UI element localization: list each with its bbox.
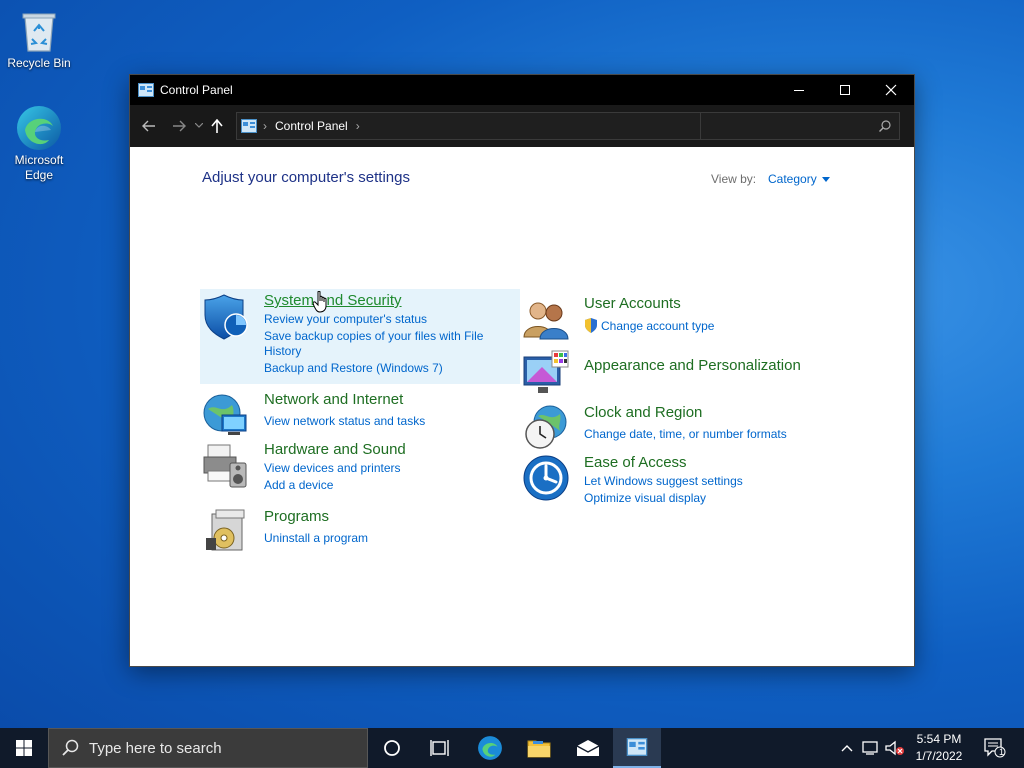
taskbar-mail-button[interactable]: [564, 728, 612, 768]
category-hardware-and-sound: Hardware and Sound View devices and prin…: [202, 441, 522, 501]
link-change-date-time-formats[interactable]: Change date, time, or number formats: [584, 427, 787, 442]
taskbar-file-explorer-button[interactable]: [515, 728, 563, 768]
maximize-button[interactable]: [822, 75, 868, 105]
category-title-programs[interactable]: Programs: [264, 508, 329, 525]
folder-icon: [527, 740, 551, 758]
start-button[interactable]: [0, 728, 48, 768]
category-title-user-accounts[interactable]: User Accounts: [584, 295, 681, 312]
category-title-clock-and-region[interactable]: Clock and Region: [584, 404, 702, 421]
link-file-history[interactable]: Save backup copies of your files with Fi…: [264, 329, 504, 359]
hand-cursor-icon: [312, 290, 329, 318]
volume-muted-icon[interactable]: [884, 728, 906, 768]
notification-center-button[interactable]: 1: [978, 728, 1012, 768]
users-icon: [522, 295, 570, 343]
taskbar: Type here to search 5:54 PM 1/7/2022 1: [0, 728, 1024, 768]
breadcrumb-separator[interactable]: ›: [356, 119, 360, 133]
shield-icon: [202, 293, 250, 341]
up-button[interactable]: [206, 111, 228, 141]
taskbar-clock[interactable]: 5:54 PM 1/7/2022: [906, 731, 972, 765]
printer-speaker-icon: [202, 441, 250, 489]
category-title-appearance-and-personalization[interactable]: Appearance and Personalization: [584, 357, 801, 374]
search-icon[interactable]: [879, 120, 891, 132]
edge-icon: [15, 105, 63, 151]
link-windows-suggest-settings[interactable]: Let Windows suggest settings: [584, 474, 743, 489]
desktop-icon-edge[interactable]: Microsoft Edge: [4, 105, 74, 183]
window-title: Control Panel: [160, 83, 233, 97]
taskbar-edge-button[interactable]: [466, 728, 514, 768]
control-panel-icon: [138, 83, 154, 97]
search-icon: [61, 739, 79, 757]
close-button[interactable]: [868, 75, 914, 105]
control-panel-icon: [626, 738, 648, 756]
category-appearance-and-personalization: Appearance and Personalization: [522, 349, 842, 397]
control-panel-window: Control Panel › Control Panel › Adjust y…: [130, 75, 914, 666]
category-programs: Programs Uninstall a program: [202, 508, 522, 558]
search-box[interactable]: [700, 112, 900, 140]
mail-icon: [576, 740, 600, 756]
desktop-icon-recycle-bin[interactable]: Recycle Bin: [4, 8, 74, 71]
link-change-account-type[interactable]: Change account type: [601, 319, 714, 334]
network-globe-icon: [202, 391, 250, 439]
network-tray-icon[interactable]: [860, 728, 882, 768]
chevron-down-icon: [821, 177, 830, 183]
link-uninstall-program[interactable]: Uninstall a program: [264, 531, 368, 546]
task-view-button[interactable]: [416, 728, 464, 768]
cortana-button[interactable]: [368, 728, 416, 768]
category-title-ease-of-access[interactable]: Ease of Access: [584, 454, 687, 471]
windows-logo-icon: [16, 740, 32, 756]
clock-globe-icon: [522, 404, 570, 452]
view-by-dropdown[interactable]: Category: [768, 172, 830, 186]
clock-time: 5:54 PM: [916, 732, 962, 746]
view-by-label: View by:: [711, 172, 757, 186]
desktop-icon-label: Recycle Bin: [7, 56, 71, 70]
category-ease-of-access: Ease of Access Let Windows suggest setti…: [522, 454, 842, 514]
breadcrumb[interactable]: Control Panel: [275, 119, 348, 133]
recent-locations-button[interactable]: [192, 111, 206, 141]
navigation-bar: › Control Panel ›: [130, 105, 914, 147]
taskbar-control-panel-button[interactable]: [613, 728, 661, 768]
uac-shield-icon: [584, 318, 598, 338]
category-clock-and-region: Clock and Region Change date, time, or n…: [522, 404, 842, 452]
category-title-system-and-security[interactable]: System and Security: [264, 292, 402, 309]
category-title-hardware-and-sound[interactable]: Hardware and Sound: [264, 441, 406, 458]
recycle-bin-icon: [15, 8, 63, 54]
view-by-value[interactable]: Category: [768, 172, 817, 186]
control-panel-icon: [241, 119, 257, 133]
programs-disc-icon: [202, 508, 250, 556]
taskbar-search-box[interactable]: Type here to search: [48, 728, 368, 768]
search-input[interactable]: [707, 117, 871, 137]
link-network-status[interactable]: View network status and tasks: [264, 414, 425, 429]
page-title: Adjust your computer's settings: [202, 169, 410, 186]
forward-button[interactable]: [166, 111, 192, 141]
link-review-computer-status[interactable]: Review your computer's status: [264, 312, 427, 327]
category-user-accounts: User Accounts Change account type: [522, 295, 842, 343]
back-button[interactable]: [136, 111, 162, 141]
category-network-and-internet: Network and Internet View network status…: [202, 391, 522, 439]
edge-icon: [478, 736, 502, 760]
clock-date: 1/7/2022: [915, 749, 963, 763]
monitor-palette-icon: [522, 349, 570, 397]
ease-of-access-icon: [522, 454, 570, 502]
breadcrumb-separator[interactable]: ›: [263, 119, 267, 133]
link-backup-restore[interactable]: Backup and Restore (Windows 7): [264, 361, 443, 376]
show-hidden-icons-button[interactable]: [836, 728, 858, 768]
notification-count-badge: 1: [999, 747, 1005, 757]
category-system-and-security: System and Security Review your computer…: [202, 292, 522, 383]
minimize-button[interactable]: [776, 75, 822, 105]
taskbar-search-placeholder[interactable]: Type here to search: [89, 740, 222, 757]
title-bar[interactable]: Control Panel: [130, 75, 914, 105]
link-optimize-visual-display[interactable]: Optimize visual display: [584, 491, 706, 506]
link-devices-and-printers[interactable]: View devices and printers: [264, 461, 401, 476]
category-title-network-and-internet[interactable]: Network and Internet: [264, 391, 403, 408]
control-panel-content: Adjust your computer's settings View by:…: [130, 147, 914, 666]
desktop-icon-label: Microsoft Edge: [14, 153, 64, 182]
link-add-device[interactable]: Add a device: [264, 478, 333, 493]
